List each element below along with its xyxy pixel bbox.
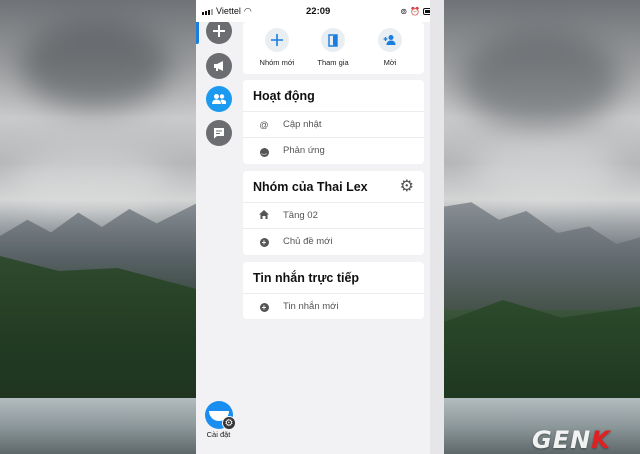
floor-02-item[interactable]: Tầng 02: [243, 202, 424, 228]
signal-icon: [202, 8, 213, 15]
new-group-button[interactable]: Nhóm mới: [247, 28, 307, 67]
quick-actions-card: Nhóm mới Tham gia Mời: [243, 22, 424, 74]
door-icon: [321, 28, 345, 52]
plus-icon: [265, 28, 289, 52]
direct-messages-title: Tin nhắn trực tiếp: [253, 271, 360, 285]
forest: [444, 300, 640, 410]
cloud: [10, 150, 170, 210]
cloud: [470, 140, 620, 200]
status-bar: Viettel ◠ 22:09 ⊚ ⏰: [196, 0, 444, 22]
activity-card: Hoạt động @ Cập nhật ‿ Phản ứng: [243, 80, 424, 164]
floor-02-label: Tầng 02: [283, 210, 318, 221]
new-group-label: Nhóm mới: [259, 58, 295, 67]
home-icon: [257, 210, 271, 221]
group-title: Nhóm của Thai Lex: [253, 180, 368, 194]
join-button[interactable]: Tham gia: [303, 28, 363, 67]
people-icon: [212, 94, 226, 104]
smiley-icon: ‿: [257, 145, 271, 157]
settings-avatar[interactable]: ⚙: [205, 401, 236, 430]
new-topic-label: Chủ đề mới: [283, 236, 333, 247]
plus-circle-icon: +: [257, 302, 271, 312]
chat-icon: [214, 128, 224, 139]
updates-item[interactable]: @ Cập nhật: [243, 111, 424, 137]
mountain: [444, 202, 640, 310]
invite-label: Mời: [383, 58, 397, 67]
groups-sidebar-button[interactable]: [206, 86, 232, 112]
at-icon: @: [259, 119, 269, 130]
status-time: 22:09: [306, 6, 331, 17]
join-label: Tham gia: [317, 58, 349, 67]
add-person-icon: [378, 28, 402, 52]
megaphone-icon: [214, 61, 223, 71]
activity-title: Hoạt động: [253, 89, 315, 103]
cloud: [20, 20, 170, 110]
updates-label: Cập nhật: [283, 119, 322, 130]
phone-screen: ⚙ Cài đặt Viettel ◠ 22:09 ⊚ ⏰ Nhóm mới T…: [196, 0, 444, 454]
alarm-icon: ⏰: [410, 6, 420, 16]
new-topic-item[interactable]: + Chủ đề mới: [243, 228, 424, 254]
direct-messages-card: Tin nhắn trực tiếp + Tin nhắn mới: [243, 262, 424, 319]
plus-circle-icon: +: [257, 237, 271, 247]
cloud: [460, 30, 620, 130]
settings-label[interactable]: Cài đặt: [196, 430, 241, 439]
phone-edge: [430, 0, 444, 454]
announcements-sidebar-button[interactable]: [206, 53, 232, 79]
new-message-item[interactable]: + Tin nhắn mới: [243, 293, 424, 319]
reactions-label: Phản ứng: [283, 145, 325, 156]
group-card: Nhóm của Thai Lex ⚙ Tầng 02 + Chủ đề mới: [243, 171, 424, 255]
carrier-name: Viettel: [216, 6, 241, 16]
wifi-icon: ◠: [243, 5, 252, 16]
gear-icon: ⚙: [222, 416, 236, 430]
orientation-lock-icon: ⊚: [400, 6, 408, 16]
messages-sidebar-button[interactable]: [206, 120, 232, 146]
watermark-logo: GENK: [532, 426, 611, 454]
new-message-label: Tin nhắn mới: [283, 301, 339, 312]
plus-icon: [213, 25, 225, 37]
sidebar: ⚙ Cài đặt: [196, 0, 241, 454]
invite-button[interactable]: Mời: [360, 28, 420, 67]
reactions-item[interactable]: ‿ Phản ứng: [243, 137, 424, 163]
gear-icon[interactable]: ⚙: [400, 179, 414, 195]
